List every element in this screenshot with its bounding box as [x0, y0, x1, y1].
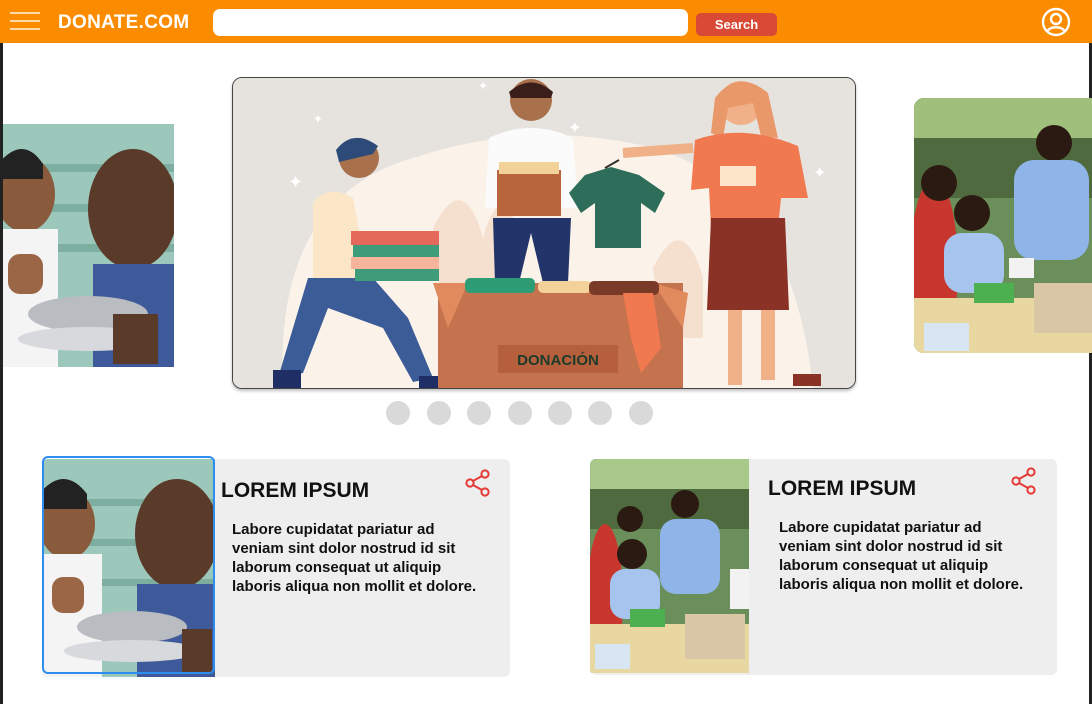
- site-logo[interactable]: DONATE.COM: [58, 12, 189, 34]
- share-icon[interactable]: [465, 469, 491, 497]
- card-description: Labore cupidatat pariatur ad veniam sint…: [779, 519, 1024, 593]
- svg-text:✦: ✦: [568, 120, 581, 137]
- card-image-medical: [590, 459, 749, 673]
- svg-text:✦: ✦: [288, 172, 303, 192]
- carousel-main-slide[interactable]: ✦ ✦ ✦ ✦ ✦ DONACIÓN: [232, 77, 856, 389]
- carousel-dot-6[interactable]: [588, 401, 612, 425]
- carousel-next-image[interactable]: [914, 98, 1092, 353]
- carousel-dot-7[interactable]: [629, 401, 653, 425]
- carousel-dot-3[interactable]: [467, 401, 491, 425]
- top-header: DONATE.COM Search: [0, 0, 1092, 43]
- svg-text:✦: ✦: [478, 79, 488, 93]
- card-title: LOREM IPSUM: [221, 479, 370, 502]
- card-title: LOREM IPSUM: [768, 477, 917, 500]
- card-description: Labore cupidatat pariatur ad veniam sint…: [232, 521, 477, 595]
- search-input[interactable]: [213, 9, 688, 36]
- carousel-dot-2[interactable]: [427, 401, 451, 425]
- search-button[interactable]: Search: [696, 13, 777, 36]
- hamburger-menu-icon[interactable]: [10, 10, 40, 32]
- donation-card-2[interactable]: LOREM IPSUM Labore cupidatat pariatur ad…: [590, 459, 1057, 675]
- carousel-dot-4[interactable]: [508, 401, 532, 425]
- share-icon[interactable]: [1011, 467, 1037, 495]
- svg-text:✦: ✦: [813, 165, 826, 182]
- carousel-dot-5[interactable]: [548, 401, 572, 425]
- svg-text:✦: ✦: [313, 112, 323, 126]
- carousel-dot-1[interactable]: [386, 401, 410, 425]
- box-label: DONACIÓN: [517, 351, 599, 369]
- user-circle-icon[interactable]: [1040, 6, 1072, 38]
- selected-image-outline: [42, 456, 215, 674]
- carousel-prev-image[interactable]: [3, 124, 174, 367]
